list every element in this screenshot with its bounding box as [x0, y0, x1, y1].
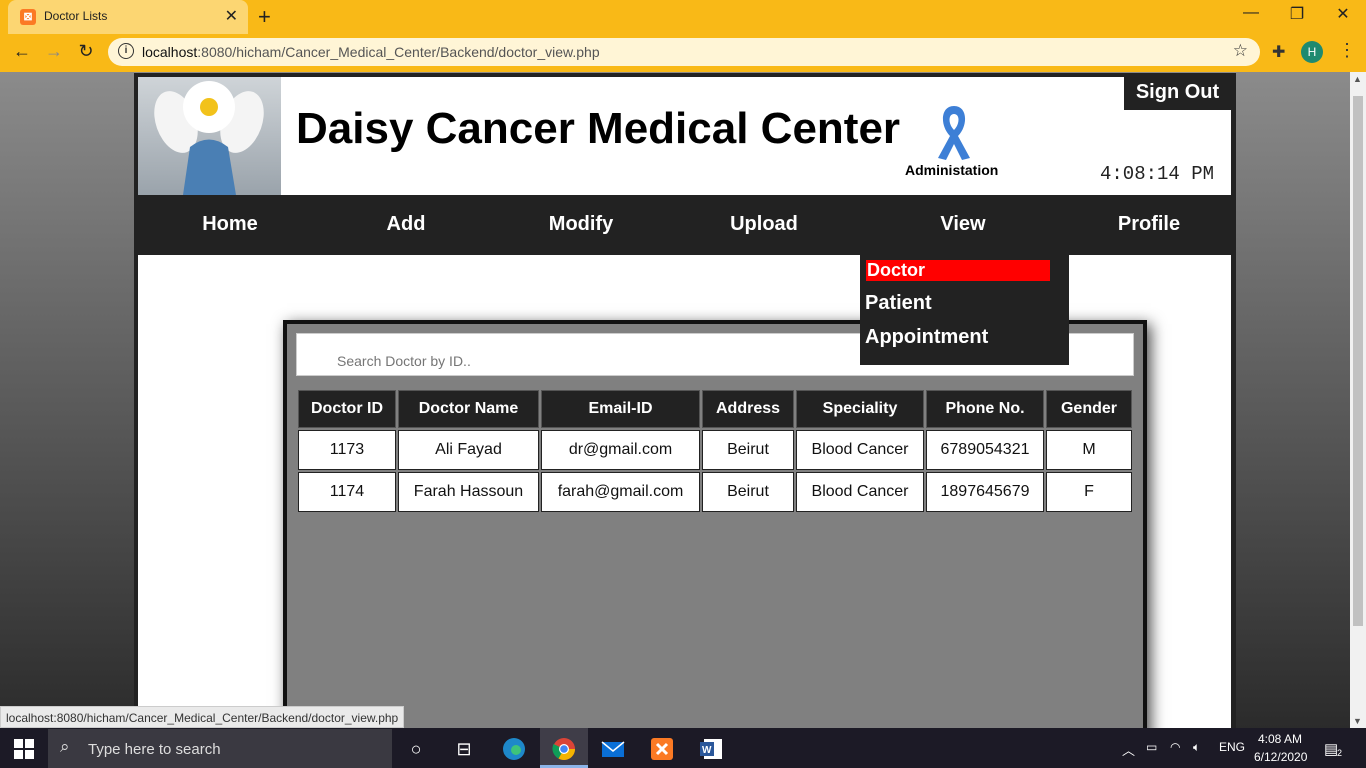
cell-address: Beirut	[702, 472, 794, 512]
daisy-angel-logo-icon	[154, 81, 264, 195]
col-email[interactable]: Email-ID	[541, 390, 700, 428]
cell-email: dr@gmail.com	[541, 430, 700, 470]
url-path: :8080/hicham/Cancer_Medical_Center/Backe…	[197, 44, 600, 60]
scroll-down-icon[interactable]: ▼	[1353, 716, 1362, 726]
site-logo	[138, 77, 281, 195]
taskbar-search-text: Type here to search	[88, 741, 221, 758]
doctor-list-panel	[283, 320, 1147, 740]
tray-chevron-icon[interactable]: ︿	[1122, 740, 1135, 759]
main-nav	[138, 196, 1231, 255]
new-tab-icon[interactable]: +	[258, 4, 271, 30]
chrome-icon[interactable]	[551, 736, 577, 762]
wifi-icon[interactable]: ◠	[1170, 740, 1180, 754]
nav-modify[interactable]: Modify	[536, 213, 626, 236]
bookmark-star-icon[interactable]: ☆	[1233, 41, 1248, 61]
cell-gender: F	[1046, 472, 1132, 512]
search-icon: ⌕	[60, 737, 70, 756]
table-header-row: Doctor ID Doctor Name Email-ID Address S…	[298, 390, 1132, 428]
profile-avatar[interactable]: H	[1301, 41, 1323, 63]
word-icon[interactable]: W	[698, 736, 724, 762]
xampp-taskbar-icon[interactable]	[649, 736, 675, 762]
language-indicator[interactable]: ENG	[1219, 740, 1245, 754]
col-address[interactable]: Address	[702, 390, 794, 428]
xampp-icon: ⊠	[20, 9, 36, 25]
taskbar-search-box[interactable]: ⌕ Type here to search	[48, 729, 392, 768]
close-tab-icon[interactable]: ✕	[225, 6, 238, 26]
scroll-up-icon[interactable]: ▲	[1353, 74, 1362, 84]
col-doctor-id[interactable]: Doctor ID	[298, 390, 396, 428]
scrollbar-thumb[interactable]	[1353, 96, 1363, 626]
cortana-icon[interactable]: ○	[403, 736, 429, 762]
battery-icon[interactable]: ▭	[1146, 740, 1157, 754]
cell-gender: M	[1046, 430, 1132, 470]
cell-speciality: Blood Cancer	[796, 430, 924, 470]
cell-phone: 6789054321	[926, 430, 1044, 470]
site-title: Daisy Cancer Medical Center	[296, 104, 901, 153]
cell-email: farah@gmail.com	[541, 472, 700, 512]
edge-icon[interactable]	[501, 736, 527, 762]
cell-doctor-id: 1174	[298, 472, 396, 512]
scrollbar[interactable]: ▲ ▼	[1350, 72, 1366, 728]
table-row[interactable]: 1173 Ali Fayad dr@gmail.com Beirut Blood…	[298, 430, 1132, 470]
minimize-icon[interactable]: —	[1228, 4, 1274, 22]
dropdown-item-doctor[interactable]: Doctor	[867, 260, 925, 281]
nav-add[interactable]: Add	[366, 213, 446, 236]
nav-home[interactable]: Home	[190, 213, 270, 236]
nav-upload[interactable]: Upload	[719, 213, 809, 236]
cell-doctor-name: Farah Hassoun	[398, 472, 539, 512]
extensions-icon[interactable]: ✚	[1272, 42, 1285, 62]
taskbar-time[interactable]: 4:08 AM	[1258, 732, 1302, 746]
site-info-icon[interactable]: i	[118, 43, 134, 59]
volume-icon[interactable]: 🔈︎	[1193, 740, 1200, 755]
browser-tab[interactable]: ⊠ Doctor Lists ✕	[8, 0, 248, 34]
clock-display: 4:08:14 PM	[1100, 163, 1215, 185]
status-url-bubble: localhost:8080/hicham/Cancer_Medical_Cen…	[0, 706, 405, 728]
cell-doctor-id: 1173	[298, 430, 396, 470]
doctor-table: Doctor ID Doctor Name Email-ID Address S…	[296, 388, 1134, 514]
tab-title: Doctor Lists	[44, 9, 108, 23]
col-doctor-name[interactable]: Doctor Name	[398, 390, 539, 428]
nav-profile[interactable]: Profile	[1104, 213, 1194, 236]
close-window-icon[interactable]: ✕	[1320, 4, 1366, 24]
restore-icon[interactable]: ❐	[1274, 4, 1320, 24]
cell-phone: 1897645679	[926, 472, 1044, 512]
admin-label: Administation	[905, 162, 999, 178]
url-host: localhost	[142, 44, 198, 60]
awareness-ribbon-icon	[930, 100, 978, 167]
sign-out-button[interactable]: Sign Out	[1124, 77, 1231, 110]
windows-start-icon[interactable]	[14, 739, 34, 764]
notification-count: 2	[1337, 748, 1343, 758]
cell-speciality: Blood Cancer	[796, 472, 924, 512]
forward-icon[interactable]: →	[42, 41, 66, 62]
cell-doctor-name: Ali Fayad	[398, 430, 539, 470]
mail-icon[interactable]	[600, 736, 626, 762]
col-phone[interactable]: Phone No.	[926, 390, 1044, 428]
reload-icon[interactable]: ↻	[74, 41, 98, 62]
table-row[interactable]: 1174 Farah Hassoun farah@gmail.com Beiru…	[298, 472, 1132, 512]
back-icon[interactable]: ←	[10, 41, 34, 62]
browser-menu-icon[interactable]: ⋮	[1338, 40, 1356, 61]
col-speciality[interactable]: Speciality	[796, 390, 924, 428]
col-gender[interactable]: Gender	[1046, 390, 1132, 428]
dropdown-item-patient[interactable]: Patient	[865, 292, 932, 315]
url-input[interactable]: i localhost:8080/hicham/Cancer_Medical_C…	[108, 38, 1260, 66]
cell-address: Beirut	[702, 430, 794, 470]
svg-text:W: W	[702, 745, 712, 756]
dropdown-item-appointment[interactable]: Appointment	[865, 326, 988, 349]
taskbar-date[interactable]: 6/12/2020	[1254, 750, 1307, 764]
task-view-icon[interactable]: ⊟	[451, 736, 477, 762]
nav-view[interactable]: View	[923, 213, 1003, 236]
